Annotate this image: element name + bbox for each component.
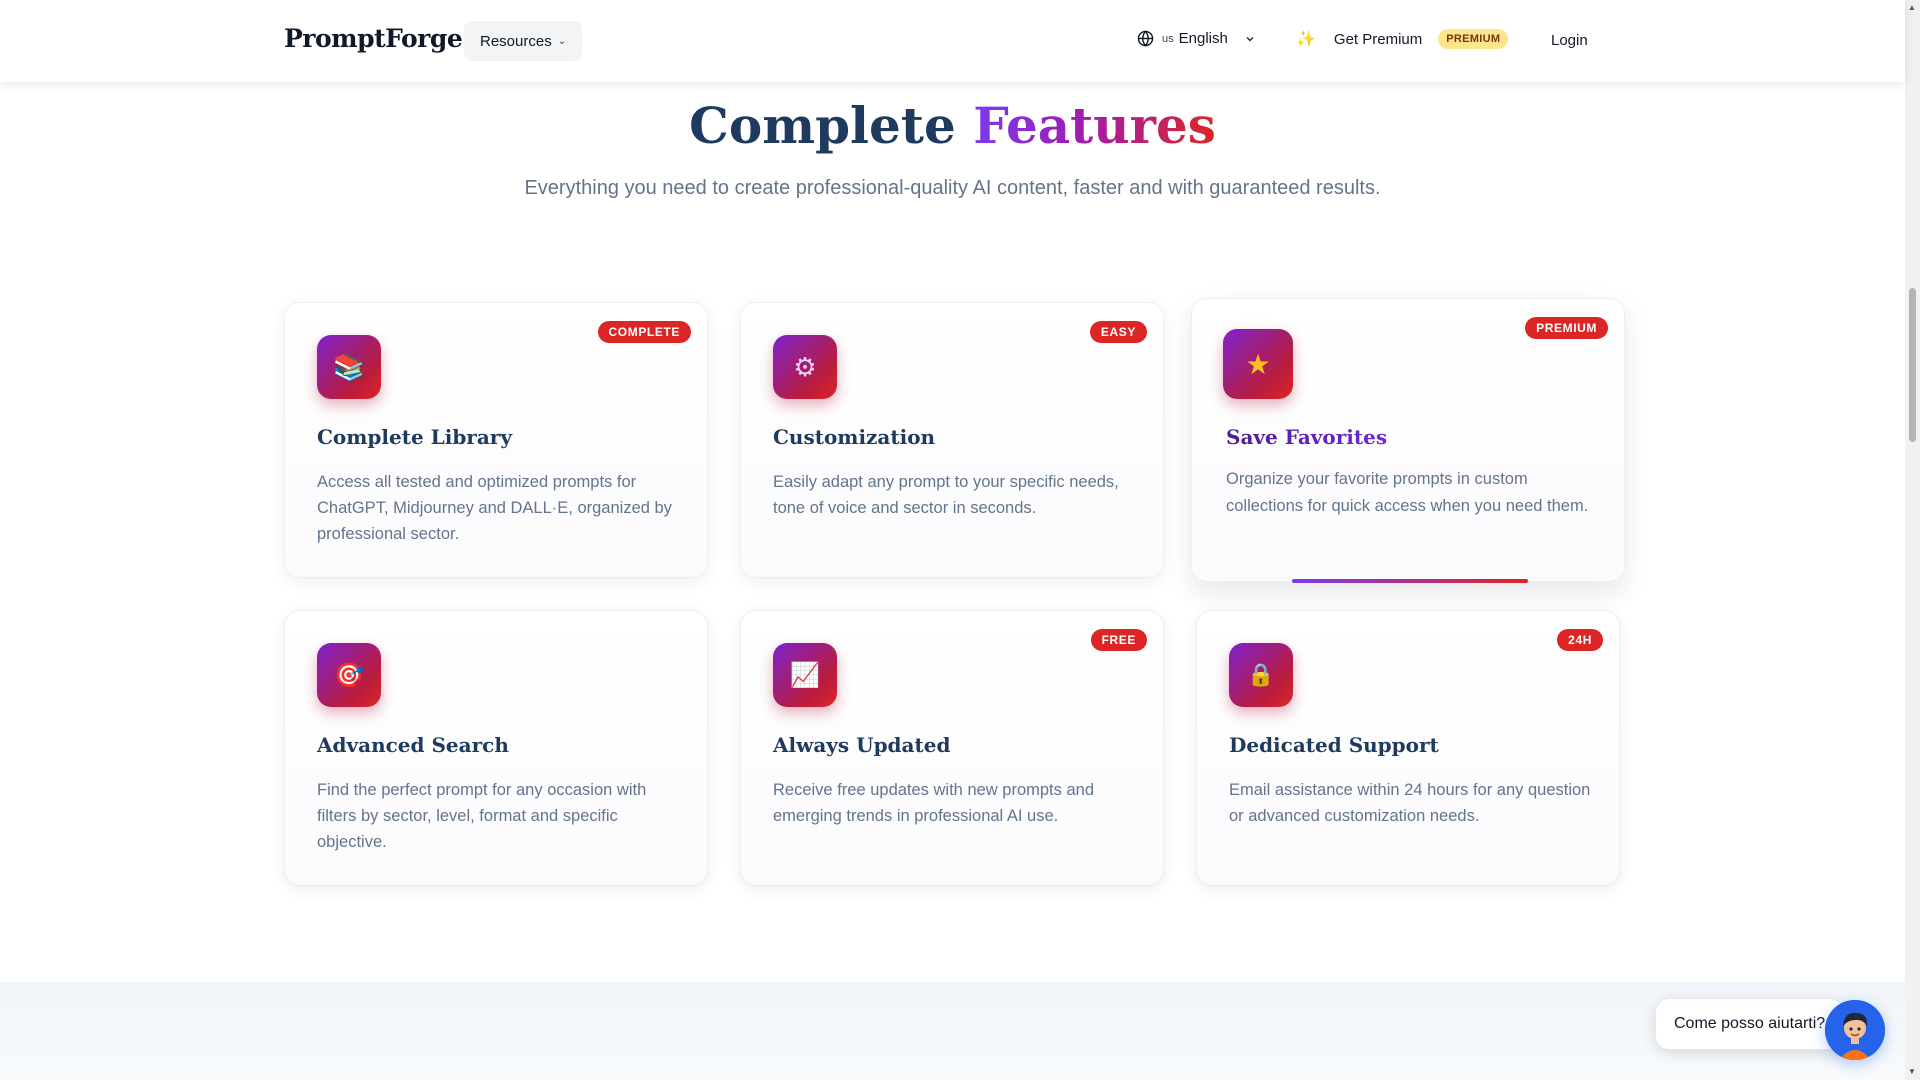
- feature-card-always-updated[interactable]: FREE 📈 Always Updated Receive free updat…: [740, 610, 1164, 886]
- card-badge: 24H: [1557, 629, 1603, 651]
- feature-card-dedicated-support[interactable]: 24H 🔒 Dedicated Support Email assistance…: [1196, 610, 1620, 886]
- section-title: Complete Features: [0, 96, 1905, 155]
- language-label: English: [1178, 30, 1228, 47]
- resources-label: Resources: [480, 32, 552, 50]
- assistant-avatar-icon: [1825, 1000, 1885, 1060]
- chevron-down-icon: ⌄: [557, 35, 567, 47]
- chevron-down-icon: [1246, 36, 1254, 41]
- scrollbar-thumb[interactable]: [1909, 288, 1916, 442]
- card-description: Receive free updates with new prompts an…: [773, 781, 1095, 825]
- feature-card-advanced-search[interactable]: 🎯 Advanced Search Find the perfect promp…: [284, 610, 708, 886]
- section-title-plain: Complete: [689, 96, 956, 155]
- card-description: Email assistance within 24 hours for any…: [1229, 781, 1591, 825]
- target-icon: 🎯: [317, 643, 381, 707]
- login-button[interactable]: Login: [1551, 32, 1588, 49]
- get-premium-link[interactable]: ✨ Get Premium PREMIUM: [1296, 29, 1509, 49]
- card-badge: FREE: [1090, 629, 1147, 651]
- card-description: Access all tested and optimized prompts …: [317, 473, 672, 543]
- card-title: Save Favorites: [1226, 425, 1388, 449]
- get-premium-label: Get Premium: [1333, 30, 1423, 48]
- section-subtitle: Everything you need to create profession…: [524, 177, 1381, 199]
- top-navbar: PromptForge Resources ⌄ us English ✨ Get…: [0, 0, 1905, 82]
- card-badge: EASY: [1089, 321, 1147, 343]
- chat-prompt-bubble[interactable]: Come posso aiutarti?: [1655, 998, 1845, 1050]
- resources-dropdown[interactable]: Resources ⌄: [464, 21, 583, 61]
- books-icon: 📚: [317, 335, 381, 399]
- section-title-gradient: Features: [973, 96, 1216, 155]
- language-selector[interactable]: us English: [1137, 30, 1256, 47]
- hover-progress-bar: [1292, 579, 1528, 583]
- card-title: Dedicated Support: [1229, 733, 1439, 757]
- card-title: Advanced Search: [317, 733, 509, 757]
- lock-icon: 🔒: [1229, 643, 1293, 707]
- card-description: Organize your favorite prompts in custom…: [1226, 470, 1589, 515]
- scroll-up-icon[interactable]: ▲: [1908, 3, 1916, 12]
- gear-icon: ⚙: [773, 335, 837, 399]
- globe-icon: [1137, 30, 1154, 47]
- chat-assistant-avatar[interactable]: [1825, 1000, 1885, 1060]
- chart-icon: 📈: [773, 643, 837, 707]
- scroll-down-icon[interactable]: ▼: [1908, 1067, 1916, 1076]
- card-title: Customization: [773, 425, 936, 449]
- card-description: Easily adapt any prompt to your specific…: [773, 473, 1119, 517]
- card-description: Find the perfect prompt for any occasion…: [317, 781, 647, 851]
- feature-card-save-favorites[interactable]: PREMIUM ★ Save Favorites Organize your f…: [1191, 298, 1625, 583]
- feature-card-complete-library[interactable]: COMPLETE 📚 Complete Library Access all t…: [284, 302, 708, 578]
- card-badge: PREMIUM: [1525, 317, 1608, 339]
- card-title: Complete Library: [317, 425, 512, 449]
- page-scrollbar[interactable]: ▲ ▼: [1905, 0, 1920, 1080]
- card-badge: COMPLETE: [597, 321, 691, 343]
- brand-logo[interactable]: PromptForge: [284, 24, 463, 53]
- star-icon: ★: [1223, 329, 1293, 399]
- feature-card-customization[interactable]: EASY ⚙ Customization Easily adapt any pr…: [740, 302, 1164, 578]
- language-code: us: [1162, 32, 1174, 45]
- premium-badge: PREMIUM: [1438, 29, 1509, 49]
- card-title: Always Updated: [773, 733, 951, 757]
- next-section-background: [0, 982, 1905, 1080]
- sparkle-icon: ✨: [1296, 31, 1316, 48]
